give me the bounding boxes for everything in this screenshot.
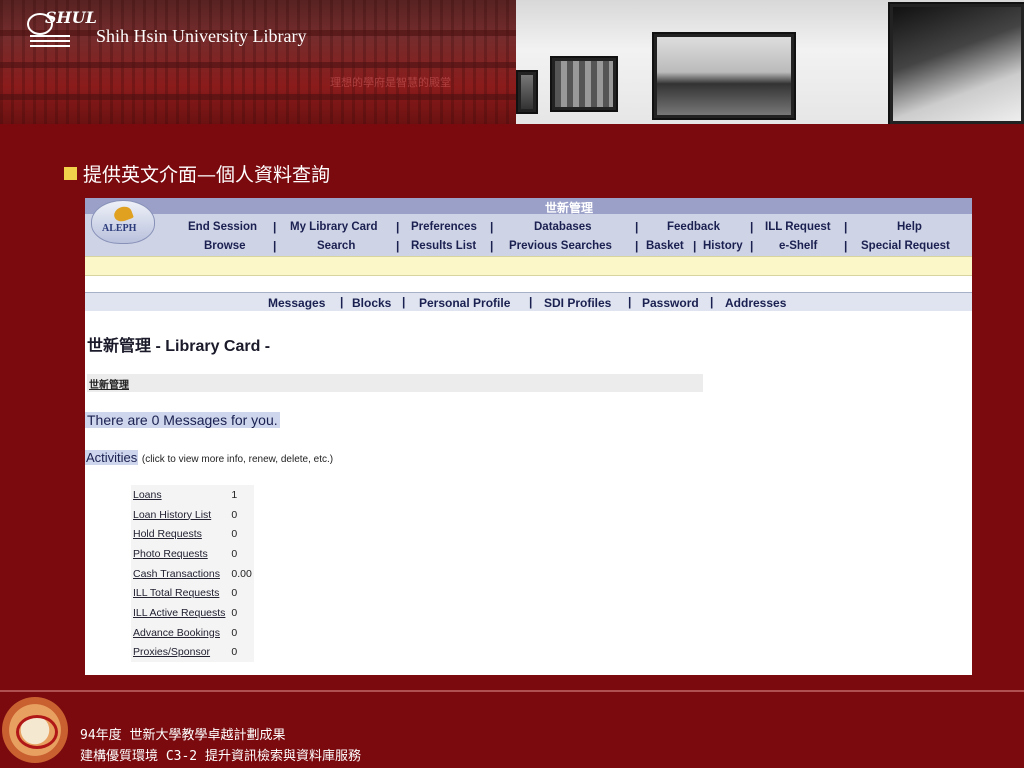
banner-caption: 理想的學府是智慧的殿堂 [330, 76, 451, 89]
nav-history[interactable]: History [703, 240, 743, 252]
table-row: Hold Requests 0 [131, 524, 254, 545]
activity-link-photo-requests[interactable]: Photo Requests [131, 544, 230, 564]
table-row: Cash Transactions 0.00 [131, 563, 254, 584]
footer-line-1: 94年度 世新大學教學卓越計劃成果 [80, 728, 286, 743]
activity-value: 0 [229, 544, 254, 564]
bullet-icon [64, 167, 77, 180]
library-name: Shih Hsin University Library [96, 26, 307, 46]
activity-value: 0 [229, 524, 254, 545]
table-row: Loan History List 0 [131, 504, 254, 525]
activities-hint: (click to view more info, renew, delete,… [141, 454, 334, 465]
card-label[interactable]: 世新管理 [89, 376, 129, 391]
nav-results-list[interactable]: Results List [411, 240, 476, 252]
gallery-photo [516, 0, 1024, 124]
activity-link-ill-total[interactable]: ILL Total Requests [131, 583, 230, 604]
nav-basket[interactable]: Basket [646, 240, 684, 252]
activity-value: 1 [229, 485, 254, 505]
nav-special-request[interactable]: Special Request [861, 240, 950, 252]
page-title: 世新管理 - Library Card - [87, 338, 271, 355]
slide-heading-text: 提供英文介面—個人資料查詢 [83, 164, 331, 186]
activity-link-ill-active[interactable]: ILL Active Requests [131, 603, 230, 623]
nav-search[interactable]: Search [317, 240, 355, 252]
activities-heading: Activities (click to view more info, ren… [85, 450, 333, 465]
subnav-addresses[interactable]: Addresses [725, 296, 786, 310]
subnav-messages[interactable]: Messages [268, 296, 325, 310]
activity-value: 0 [229, 603, 254, 623]
activity-link-loans[interactable]: Loans [131, 485, 230, 505]
aleph-title-strip [85, 198, 972, 214]
activity-link-hold-requests[interactable]: Hold Requests [131, 524, 230, 545]
activity-link-loan-history[interactable]: Loan History List [131, 504, 230, 525]
nav-previous-searches[interactable]: Previous Searches [509, 240, 612, 252]
subnav-blocks[interactable]: Blocks [352, 296, 391, 310]
logo-text: SHUL [45, 8, 97, 27]
nav-ill-request[interactable]: ILL Request [765, 221, 831, 233]
activity-value: 0 [229, 642, 254, 663]
subnav-personal-profile[interactable]: Personal Profile [419, 296, 510, 310]
header-banner: SHUL Shih Hsin University Library 理想的學府是… [0, 0, 1024, 124]
nav-databases[interactable]: Databases [534, 221, 592, 233]
aleph-system-title: 世新管理 [545, 201, 594, 215]
table-row: Loans 1 [131, 485, 254, 505]
activity-value: 0 [229, 583, 254, 604]
bookshelf-photo: SHUL Shih Hsin University Library 理想的學府是… [0, 0, 516, 124]
activities-label: Activities [85, 450, 139, 465]
nav-end-session[interactable]: End Session [188, 221, 257, 233]
table-row: Proxies/Sponsor 0 [131, 642, 254, 663]
aleph-logo-icon[interactable]: ALEPH [91, 200, 155, 244]
footer-line-2: 建構優質環境 C3-2 提升資訊檢索與資料庫服務 [80, 749, 361, 764]
nav-e-shelf[interactable]: e-Shelf [779, 240, 817, 252]
table-row: Photo Requests 0 [131, 544, 254, 564]
table-row: ILL Total Requests 0 [131, 583, 254, 604]
activities-table: Loans 1 Loan History List 0 Hold Requests 0… [131, 485, 254, 663]
nav-browse[interactable]: Browse [204, 240, 246, 252]
footer-divider [0, 690, 1024, 692]
activity-link-advance-bookings[interactable]: Advance Bookings [131, 622, 230, 643]
nav-help[interactable]: Help [897, 221, 922, 233]
slide-heading: 提供英文介面—個人資料查詢 [64, 160, 330, 187]
subnav-password[interactable]: Password [642, 296, 699, 310]
activity-value: 0.00 [229, 563, 254, 584]
nav-feedback[interactable]: Feedback [667, 221, 720, 233]
status-bar [85, 256, 972, 276]
activity-link-proxies[interactable]: Proxies/Sponsor [131, 642, 230, 663]
activity-value: 0 [229, 504, 254, 525]
activity-link-cash-transactions[interactable]: Cash Transactions [131, 563, 230, 584]
table-row: ILL Active Requests 0 [131, 603, 254, 623]
nav-my-library-card[interactable]: My Library Card [290, 221, 378, 233]
messages-notice[interactable]: There are 0 Messages for you. [85, 412, 280, 428]
subnav-sdi-profiles[interactable]: SDI Profiles [544, 296, 611, 310]
aleph-screenshot: 世新管理 ALEPH End Session | My Library Card… [85, 198, 972, 675]
university-seal-icon [2, 697, 68, 763]
activity-value: 0 [229, 622, 254, 643]
aleph-logo-text: ALEPH [102, 223, 137, 234]
card-strip [87, 374, 703, 392]
nav-preferences[interactable]: Preferences [411, 221, 477, 233]
table-row: Advance Bookings 0 [131, 622, 254, 643]
